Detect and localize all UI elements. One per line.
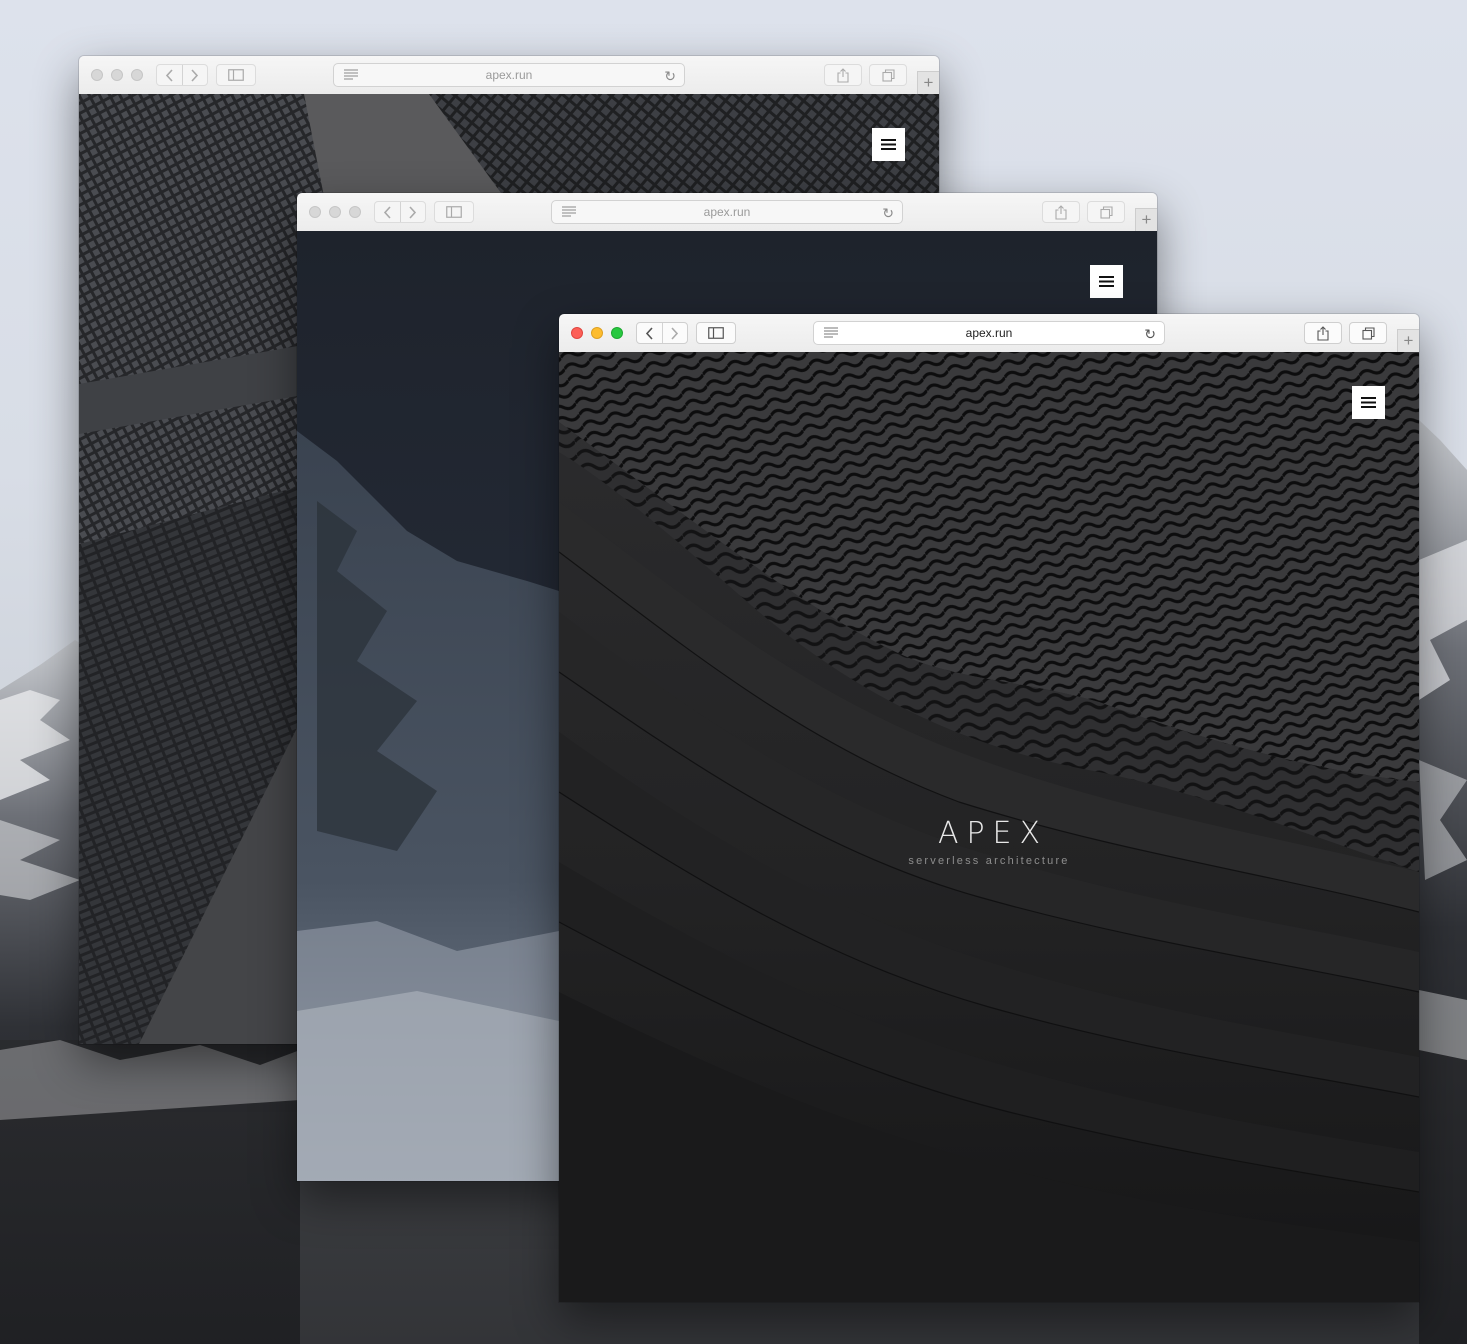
sidebar-icon xyxy=(228,69,244,81)
forward-button[interactable] xyxy=(181,65,208,85)
plus-icon: + xyxy=(1403,331,1414,350)
close-button[interactable] xyxy=(571,327,583,339)
navigation-buttons xyxy=(156,64,208,86)
browser-window-front[interactable]: apex.run ↻ + APEX serverless architectur… xyxy=(559,314,1419,1302)
chevron-left-icon xyxy=(165,68,173,82)
back-button[interactable] xyxy=(375,202,400,222)
sidebar-icon xyxy=(708,327,724,339)
reload-icon[interactable]: ↻ xyxy=(664,68,676,85)
menu-button[interactable] xyxy=(1090,265,1123,298)
hero: APEX serverless architecture xyxy=(559,816,1419,867)
share-icon xyxy=(1055,204,1067,220)
share-icon xyxy=(837,67,849,83)
url-text: apex.run xyxy=(485,68,533,82)
zoom-button[interactable] xyxy=(611,327,623,339)
browser-toolbar: apex.run ↻ + xyxy=(79,56,939,95)
hamburger-icon xyxy=(881,139,896,150)
close-button[interactable] xyxy=(309,206,321,218)
chevron-left-icon xyxy=(383,205,391,219)
tabs-icon xyxy=(881,68,895,82)
reload-icon[interactable]: ↻ xyxy=(882,205,894,222)
url-text: apex.run xyxy=(965,326,1013,340)
chevron-right-icon xyxy=(409,205,417,219)
zoom-button[interactable] xyxy=(131,69,143,81)
tabs-icon xyxy=(1361,326,1375,340)
sidebar-button[interactable] xyxy=(434,201,474,223)
window-controls xyxy=(571,327,623,339)
tabs-icon xyxy=(1099,205,1113,219)
forward-button[interactable] xyxy=(399,202,426,222)
close-button[interactable] xyxy=(91,69,103,81)
chevron-right-icon xyxy=(671,326,679,340)
hamburger-icon xyxy=(1099,276,1114,287)
tabs-button[interactable] xyxy=(1349,322,1387,344)
sidebar-icon xyxy=(446,206,462,218)
minimize-button[interactable] xyxy=(329,206,341,218)
navigation-buttons xyxy=(374,201,426,223)
window-controls xyxy=(309,206,361,218)
navigation-buttons xyxy=(636,322,688,344)
hamburger-icon xyxy=(1361,397,1376,408)
browser-toolbar: apex.run ↻ + xyxy=(297,193,1157,232)
zoom-button[interactable] xyxy=(349,206,361,218)
menu-button[interactable] xyxy=(1352,386,1385,419)
new-tab-button[interactable]: + xyxy=(1397,329,1419,352)
reader-icon[interactable] xyxy=(824,327,838,338)
tabs-button[interactable] xyxy=(869,64,907,86)
brand-logo: APEX xyxy=(937,816,1049,851)
sidebar-button[interactable] xyxy=(696,322,736,344)
forward-button[interactable] xyxy=(661,323,688,343)
minimize-button[interactable] xyxy=(591,327,603,339)
brand-tagline: serverless architecture xyxy=(908,855,1070,867)
url-text: apex.run xyxy=(703,205,751,219)
sidebar-button[interactable] xyxy=(216,64,256,86)
address-bar[interactable]: apex.run ↻ xyxy=(813,321,1165,345)
minimize-button[interactable] xyxy=(111,69,123,81)
tabs-button[interactable] xyxy=(1087,201,1125,223)
share-button[interactable] xyxy=(1042,201,1080,223)
chevron-left-icon xyxy=(645,326,653,340)
reader-icon[interactable] xyxy=(562,206,576,217)
browser-toolbar: apex.run ↻ + xyxy=(559,314,1419,353)
page-content: APEX serverless architecture xyxy=(559,352,1419,1302)
back-button[interactable] xyxy=(157,65,182,85)
share-button[interactable] xyxy=(824,64,862,86)
reload-icon[interactable]: ↻ xyxy=(1144,326,1156,343)
address-bar[interactable]: apex.run ↻ xyxy=(333,63,685,87)
window-controls xyxy=(91,69,143,81)
back-button[interactable] xyxy=(637,323,662,343)
chevron-right-icon xyxy=(191,68,199,82)
share-icon xyxy=(1317,325,1329,341)
share-button[interactable] xyxy=(1304,322,1342,344)
new-tab-button[interactable]: + xyxy=(1135,208,1157,231)
new-tab-button[interactable]: + xyxy=(917,71,939,94)
reader-icon[interactable] xyxy=(344,69,358,80)
menu-button[interactable] xyxy=(872,128,905,161)
plus-icon: + xyxy=(923,73,934,92)
plus-icon: + xyxy=(1141,210,1152,229)
address-bar[interactable]: apex.run ↻ xyxy=(551,200,903,224)
